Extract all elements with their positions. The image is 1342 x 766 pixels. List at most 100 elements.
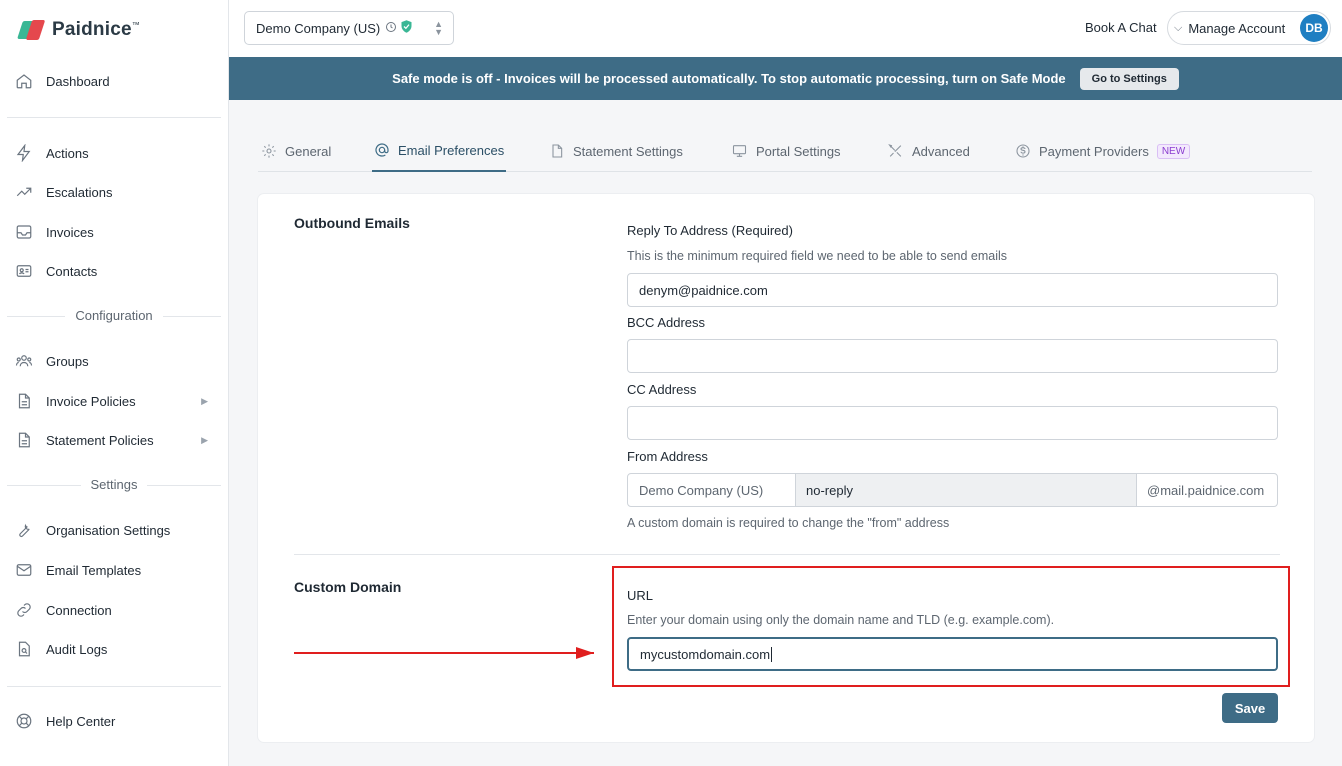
section-divider xyxy=(294,554,1280,555)
users-icon xyxy=(14,351,34,371)
sidebar-item-invoices[interactable]: Invoices xyxy=(14,220,214,244)
book-a-chat-link[interactable]: Book A Chat xyxy=(1085,20,1157,35)
new-badge: NEW xyxy=(1156,143,1191,159)
sidebar-item-audit-logs[interactable]: Audit Logs xyxy=(14,637,214,661)
tab-portal-settings[interactable]: Portal Settings xyxy=(731,130,841,172)
document-icon xyxy=(14,430,34,450)
envelope-icon xyxy=(14,560,34,580)
gear-icon xyxy=(261,143,277,159)
url-label: URL xyxy=(627,588,654,603)
document-icon xyxy=(14,391,34,411)
manage-account-button[interactable]: ⌵ Manage Account DB xyxy=(1167,11,1331,45)
custom-domain-title: Custom Domain xyxy=(294,579,402,595)
bcc-label: BCC Address xyxy=(627,315,706,330)
manage-account-label: Manage Account xyxy=(1188,20,1286,36)
avatar[interactable]: DB xyxy=(1300,14,1328,42)
tab-general[interactable]: General xyxy=(261,130,331,172)
home-icon xyxy=(14,71,34,91)
paidnice-logo[interactable]: Paidnice™ xyxy=(17,18,140,42)
tab-label: Portal Settings xyxy=(756,143,841,159)
sidebar-item-label: Email Templates xyxy=(46,562,142,578)
cc-label: CC Address xyxy=(627,382,697,397)
logo-mark-icon xyxy=(17,18,46,42)
sidebar-item-label: Organisation Settings xyxy=(46,522,171,538)
sidebar-item-label: Help Center xyxy=(46,713,116,729)
wrench-icon xyxy=(14,520,34,540)
sidebar-item-email-templates[interactable]: Email Templates xyxy=(14,558,214,582)
sidebar-item-statement-policies[interactable]: Statement Policies ▶ xyxy=(14,428,214,452)
save-button[interactable]: Save xyxy=(1222,693,1278,723)
sidebar-item-dashboard[interactable]: Dashboard xyxy=(14,69,214,93)
link-icon xyxy=(14,600,34,620)
go-to-settings-button[interactable]: Go to Settings xyxy=(1079,67,1179,90)
company-selector[interactable]: Demo Company (US) ▲ ▼ xyxy=(244,11,454,45)
trademark: ™ xyxy=(131,20,140,30)
cc-field[interactable] xyxy=(627,406,1278,440)
sidebar-item-label: Invoices xyxy=(46,224,94,240)
from-address-label: From Address xyxy=(627,449,708,464)
sidebar-item-contacts[interactable]: Contacts xyxy=(14,259,214,283)
tools-icon xyxy=(887,143,904,159)
annotation-arrow-head xyxy=(576,647,594,659)
from-domain-suffix: @mail.paidnice.com xyxy=(1136,474,1277,506)
tab-label: Statement Settings xyxy=(573,143,683,159)
email-preferences-card: Outbound Emails Reply To Address (Requir… xyxy=(258,194,1314,742)
sidebar-item-label: Actions xyxy=(46,145,89,161)
dollar-circle-icon xyxy=(1015,143,1031,159)
from-address-help: A custom domain is required to change th… xyxy=(627,516,950,530)
lightning-icon xyxy=(14,143,34,163)
tab-label: Payment Providers xyxy=(1039,143,1149,159)
sidebar-item-groups[interactable]: Groups xyxy=(14,349,214,373)
expand-arrow-icon: ▶ xyxy=(201,434,208,445)
tab-label: Advanced xyxy=(912,143,970,159)
section-settings: Settings xyxy=(7,477,221,492)
outbound-emails-title: Outbound Emails xyxy=(294,215,410,231)
sidebar: Paidnice™ Dashboard Actions Escalations … xyxy=(0,0,229,766)
sidebar-item-help-center[interactable]: Help Center xyxy=(14,709,214,733)
reply-to-label: Reply To Address (Required) xyxy=(627,223,793,238)
sidebar-divider xyxy=(7,117,221,118)
sidebar-item-label: Groups xyxy=(46,353,89,369)
tab-email-preferences[interactable]: Email Preferences xyxy=(372,130,507,172)
top-bar: Demo Company (US) ▲ ▼ Book A Chat ⌵ Manag… xyxy=(229,0,1342,57)
from-local-part: no-reply xyxy=(796,474,1136,506)
sidebar-item-actions[interactable]: Actions xyxy=(14,141,214,165)
document-icon xyxy=(549,143,565,159)
from-address-group: Demo Company (US) no-reply @mail.paidnic… xyxy=(627,473,1278,507)
from-name-field[interactable]: Demo Company (US) xyxy=(628,474,796,506)
reply-to-field[interactable]: denym@paidnice.com xyxy=(627,273,1278,307)
reply-to-help: This is the minimum required field we ne… xyxy=(627,249,1008,263)
tab-payment-providers[interactable]: Payment Providers NEW xyxy=(1015,130,1191,172)
tab-advanced[interactable]: Advanced xyxy=(887,130,970,172)
select-arrows-icon: ▲ ▼ xyxy=(434,19,443,37)
company-name: Demo Company (US) xyxy=(256,20,381,36)
id-card-icon xyxy=(14,261,34,281)
sidebar-item-label: Statement Policies xyxy=(46,432,154,448)
sidebar-item-connection[interactable]: Connection xyxy=(14,598,214,622)
at-icon xyxy=(374,142,390,158)
url-value: mycustomdomain.com xyxy=(640,646,771,662)
sidebar-item-invoice-policies[interactable]: Invoice Policies ▶ xyxy=(14,389,214,413)
sidebar-item-organisation-settings[interactable]: Organisation Settings xyxy=(14,518,214,542)
banner-text: Safe mode is off - Invoices will be proc… xyxy=(392,71,1066,86)
tab-statement-settings[interactable]: Statement Settings xyxy=(549,130,683,172)
sidebar-divider xyxy=(7,686,221,687)
sidebar-item-label: Escalations xyxy=(46,184,113,200)
bcc-field[interactable] xyxy=(627,339,1278,373)
tab-label: General xyxy=(285,143,332,159)
url-help: Enter your domain using only the domain … xyxy=(627,613,1055,627)
text-caret xyxy=(771,646,773,662)
inbox-icon xyxy=(14,222,34,242)
chevron-down-icon: ⌵ xyxy=(1174,21,1183,34)
custom-domain-url-input[interactable]: mycustomdomain.com xyxy=(627,637,1278,671)
lifebuoy-icon xyxy=(14,711,34,731)
sidebar-item-label: Invoice Policies xyxy=(46,393,136,409)
safe-mode-banner: Safe mode is off - Invoices will be proc… xyxy=(229,57,1342,100)
tab-label: Email Preferences xyxy=(398,142,505,158)
monitor-icon xyxy=(731,143,748,159)
sidebar-item-escalations[interactable]: Escalations xyxy=(14,180,214,204)
clock-icon xyxy=(385,21,397,36)
sidebar-item-label: Connection xyxy=(46,602,112,618)
section-configuration: Configuration xyxy=(7,308,221,323)
sidebar-item-label: Audit Logs xyxy=(46,641,108,657)
